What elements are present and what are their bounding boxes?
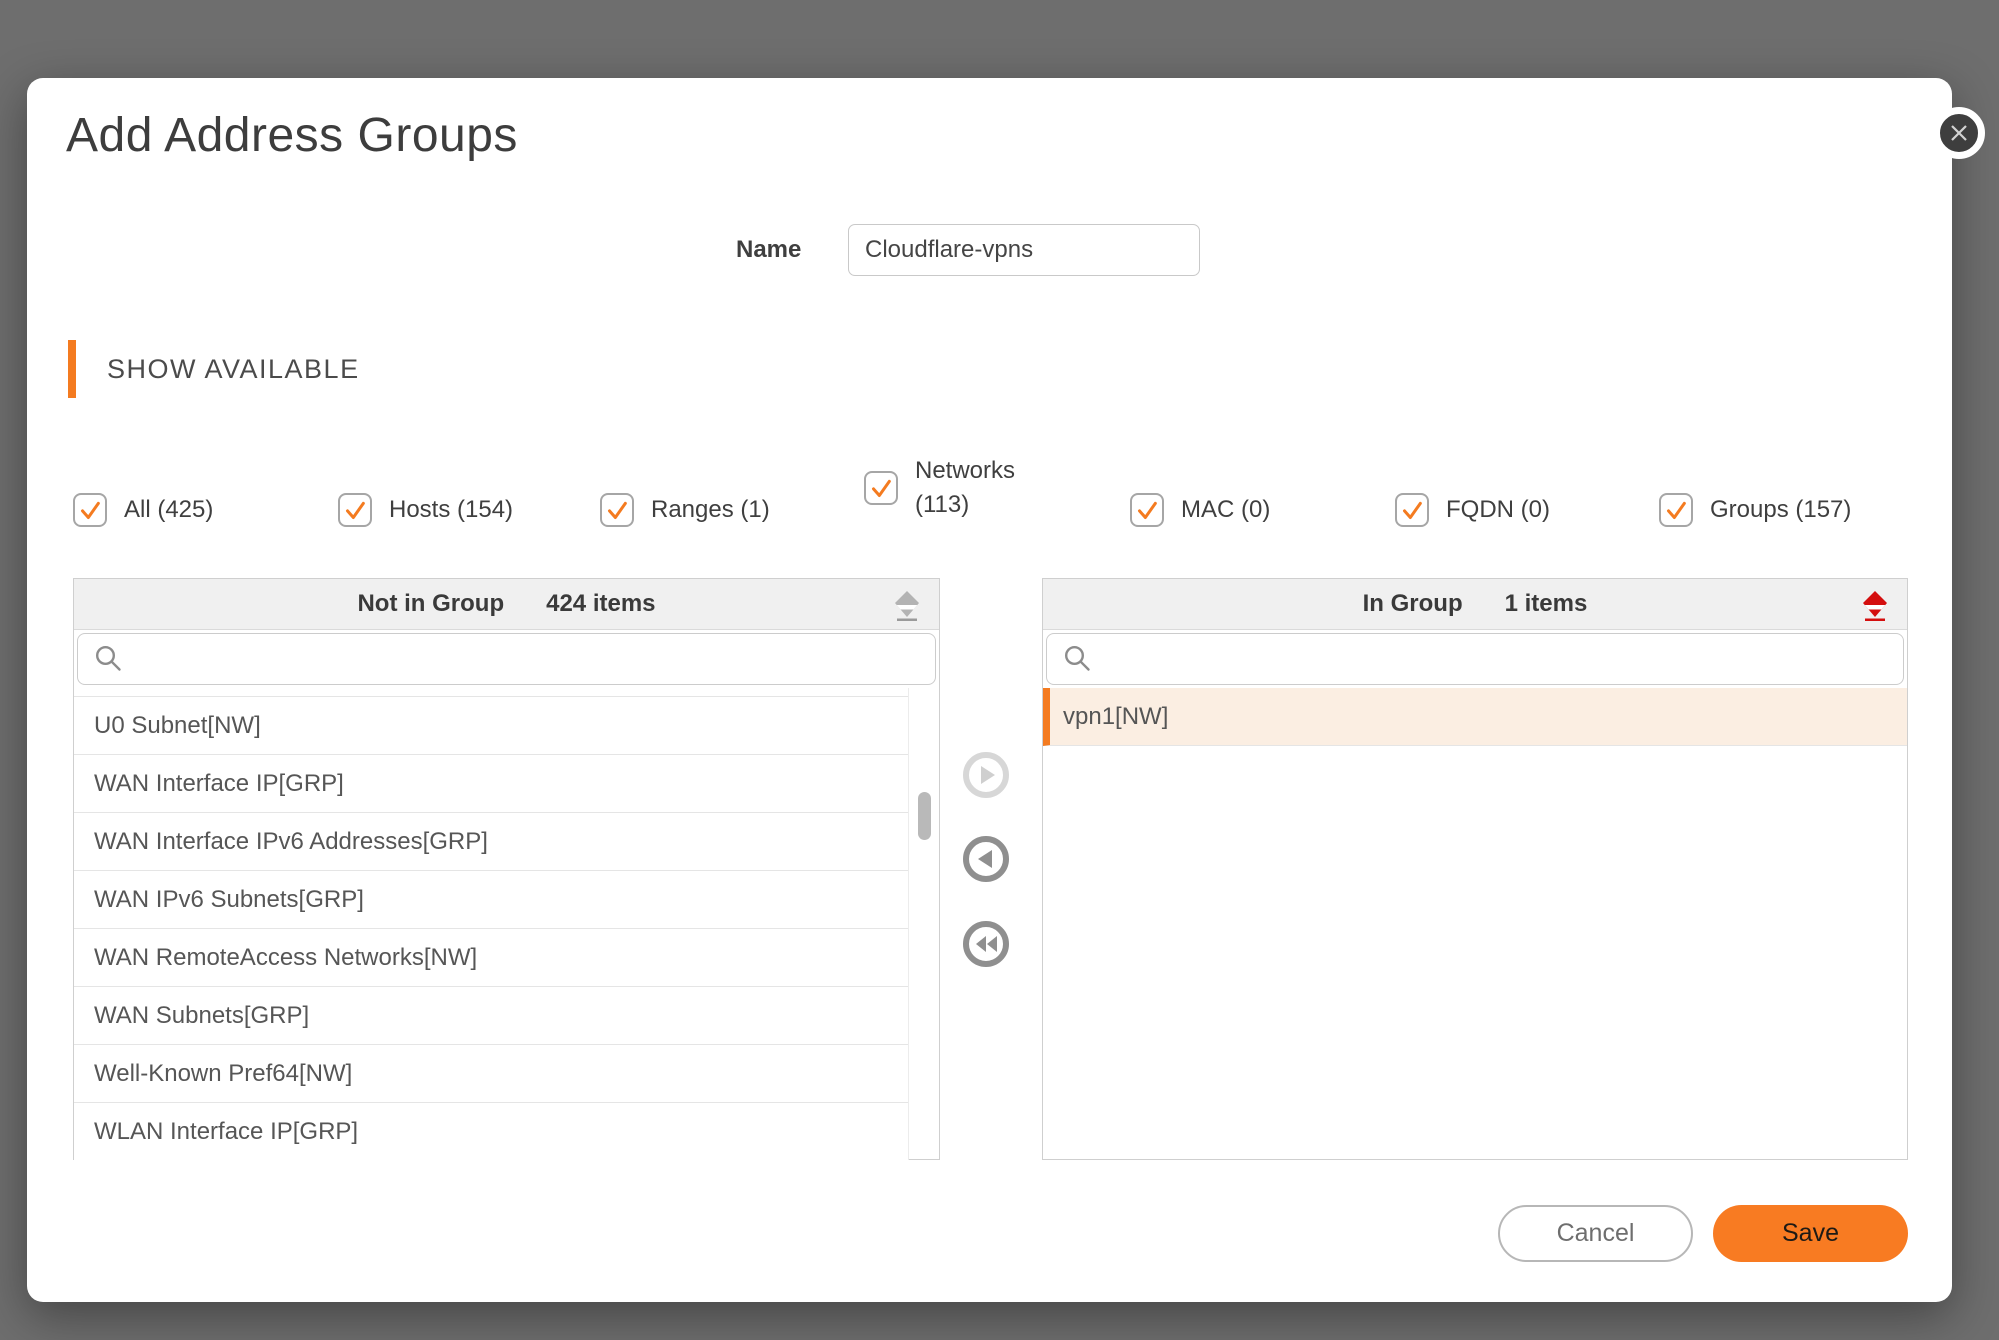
list-item[interactable]: Well-Known Pref64[NW] xyxy=(74,1045,909,1103)
checkbox-checked-icon[interactable] xyxy=(864,471,898,505)
filter-checkbox-all[interactable]: All (425) xyxy=(73,489,213,531)
cancel-button[interactable]: Cancel xyxy=(1498,1205,1693,1262)
filter-checkbox-networks[interactable]: Networks (113) xyxy=(864,446,1033,530)
checkbox-checked-icon[interactable] xyxy=(600,493,634,527)
list-item[interactable]: U0 Subnet[NW] xyxy=(74,697,909,755)
checkbox-checked-icon[interactable] xyxy=(1659,493,1693,527)
list-item[interactable]: WAN Subnets[GRP] xyxy=(74,987,909,1045)
filter-label: Groups (157) xyxy=(1710,496,1851,524)
eraser-icon xyxy=(893,590,921,622)
not-in-group-search xyxy=(74,630,939,688)
list-item[interactable]: WAN Interface IPv6 Addresses[GRP] xyxy=(74,813,909,871)
eraser-icon xyxy=(1861,590,1889,622)
filter-label: FQDN (0) xyxy=(1446,496,1550,524)
filter-checkbox-ranges[interactable]: Ranges (1) xyxy=(600,489,770,531)
clear-in-group-button[interactable] xyxy=(1857,586,1893,629)
list-item[interactable]: WAN RemoteAccess Networks[NW] xyxy=(74,929,909,987)
dialog-actions: Cancel Save xyxy=(1498,1205,1908,1262)
filter-checkbox-groups[interactable]: Groups (157) xyxy=(1659,489,1851,531)
in-group-header: In Group 1 items xyxy=(1043,579,1907,630)
filter-checkbox-fqdn[interactable]: FQDN (0) xyxy=(1395,489,1550,531)
scrollbar-track xyxy=(908,688,909,1160)
not-in-group-rows: U0 Subnet[NW]WAN Interface IP[GRP]WAN In… xyxy=(74,688,909,1160)
list-item[interactable]: WLAN Interface IP[GRP] xyxy=(74,1103,909,1160)
list-item[interactable]: WAN Interface IP[GRP] xyxy=(74,755,909,813)
dialog-title: Add Address Groups xyxy=(66,108,518,163)
arrow-right-icon xyxy=(969,758,1003,792)
checkbox-checked-icon[interactable] xyxy=(73,493,107,527)
in-group-title: In Group xyxy=(1363,590,1463,618)
search-icon xyxy=(1063,644,1093,674)
filter-checkbox-mac[interactable]: MAC (0) xyxy=(1130,489,1270,531)
in-group-count: 1 items xyxy=(1505,590,1588,618)
move-all-left-button[interactable] xyxy=(963,921,1009,967)
not-in-group-header: Not in Group 424 items xyxy=(74,579,939,630)
name-row: Name xyxy=(736,223,1200,277)
not-in-group-search-input[interactable] xyxy=(124,634,935,684)
arrow-left-icon xyxy=(969,842,1003,876)
filter-checkbox-hosts[interactable]: Hosts (154) xyxy=(338,489,513,531)
checkbox-checked-icon[interactable] xyxy=(338,493,372,527)
move-right-button[interactable] xyxy=(963,752,1009,798)
move-left-button[interactable] xyxy=(963,836,1009,882)
in-group-rows: vpn1[NW] xyxy=(1043,688,1907,746)
close-icon xyxy=(1946,120,1972,146)
name-input[interactable] xyxy=(848,224,1200,276)
filter-label: Networks (113) xyxy=(915,454,1033,521)
show-available-header: SHOW AVAILABLE xyxy=(68,340,360,398)
in-group-search-input[interactable] xyxy=(1093,634,1903,684)
add-address-groups-dialog: Add Address Groups Name SHOW AVAILABLE A… xyxy=(27,78,1952,1302)
list-item[interactable]: WAN IPv6 Subnets[GRP] xyxy=(74,871,909,929)
in-group-list: vpn1[NW] xyxy=(1043,688,1907,1160)
filter-label: Hosts (154) xyxy=(389,496,513,524)
not-in-group-title: Not in Group xyxy=(357,590,504,618)
filter-label: Ranges (1) xyxy=(651,496,770,524)
in-group-panel: In Group 1 items vpn1[NW] xyxy=(1042,578,1908,1160)
scrollbar-thumb[interactable] xyxy=(918,792,931,840)
in-group-search xyxy=(1043,630,1907,688)
filter-label: MAC (0) xyxy=(1181,496,1270,524)
not-in-group-count: 424 items xyxy=(546,590,655,618)
name-label: Name xyxy=(736,236,806,264)
search-icon xyxy=(94,644,124,674)
clear-not-in-group-button[interactable] xyxy=(889,586,925,629)
list-item-partial[interactable] xyxy=(74,688,909,697)
checkbox-checked-icon[interactable] xyxy=(1395,493,1429,527)
save-button[interactable]: Save xyxy=(1713,1205,1908,1262)
double-arrow-left-icon xyxy=(969,927,1003,961)
list-item-selected[interactable]: vpn1[NW] xyxy=(1043,688,1907,746)
accent-bar xyxy=(68,340,76,398)
filter-label: All (425) xyxy=(124,496,213,524)
close-button[interactable] xyxy=(1933,107,1985,159)
not-in-group-list: U0 Subnet[NW]WAN Interface IP[GRP]WAN In… xyxy=(74,688,939,1160)
show-available-label: SHOW AVAILABLE xyxy=(107,354,360,385)
checkbox-checked-icon[interactable] xyxy=(1130,493,1164,527)
not-in-group-panel: Not in Group 424 items xyxy=(73,578,940,1160)
